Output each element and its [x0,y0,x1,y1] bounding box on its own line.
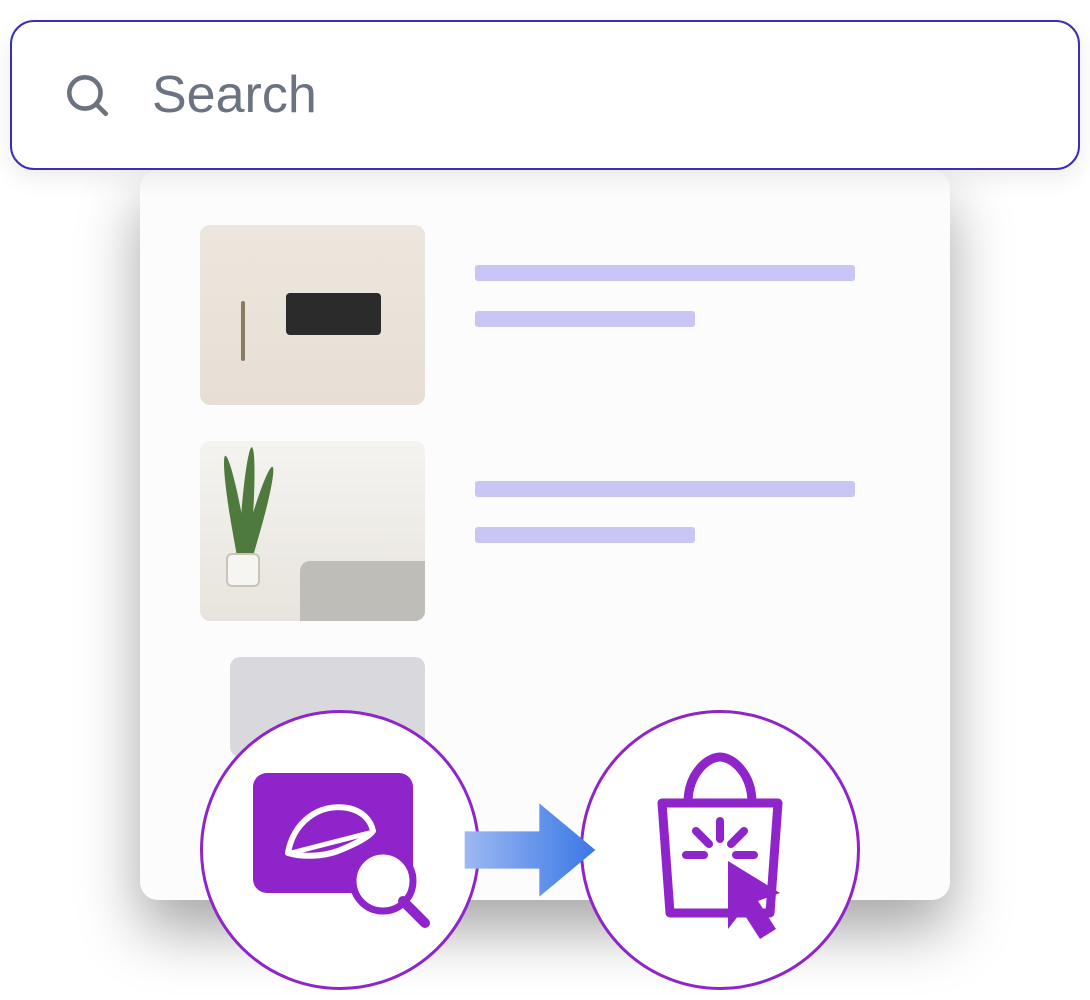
visual-search-badge [200,710,480,990]
skeleton-line [475,265,855,281]
skeleton-line [475,481,855,497]
result-item[interactable] [200,225,890,405]
product-image-search-icon [243,763,438,937]
skeleton-line [475,311,695,327]
result-thumbnail [200,441,425,621]
result-text-skeleton [475,441,890,573]
arrow-right-icon [460,785,600,915]
search-bar[interactable] [10,20,1080,170]
result-thumbnail [200,225,425,405]
skeleton-line [475,527,695,543]
result-item[interactable] [200,441,890,621]
result-text-skeleton [475,225,890,357]
purchase-badge [580,710,860,990]
search-input[interactable] [152,65,1028,125]
search-icon [62,70,112,120]
flow-badges [200,710,860,990]
shopping-bag-click-icon [620,743,820,957]
